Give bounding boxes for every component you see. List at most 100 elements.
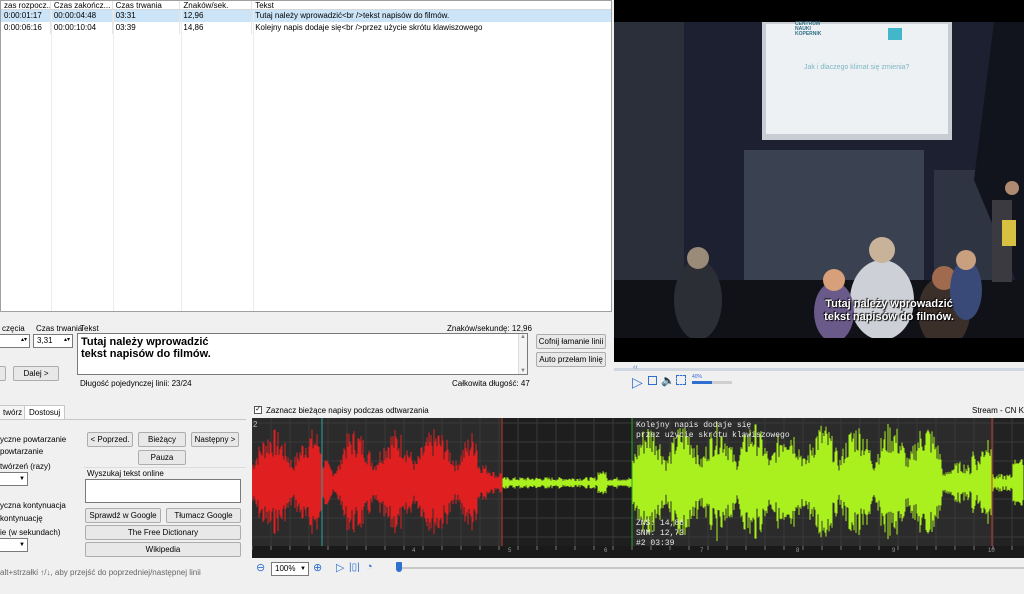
chevron-down-icon: ▼ [300, 566, 306, 572]
video-player[interactable]: CENTRUM NAUKI KOPERNIK Jak i dlaczego kl… [614, 0, 1024, 362]
free-dictionary-button[interactable]: The Free Dictionary [85, 525, 241, 540]
info-index: #2 03:39 [636, 539, 675, 548]
search-online-input[interactable] [85, 479, 241, 503]
subtitle-grid[interactable]: zas rozpocz... Czas zakończ... Czas trwa… [0, 0, 612, 312]
total-length-label: Całkowita długość: 47 [452, 379, 530, 388]
volume-slider-fill [692, 381, 712, 384]
cell-end: 00:00:04:48 [51, 10, 113, 22]
text-scrollbar[interactable]: ▲ ▼ [518, 334, 527, 374]
overlay-line: przez użycie skrótu klawiszowego [636, 431, 790, 440]
grid-header: zas rozpocz... Czas zakończ... Czas trwa… [1, 1, 611, 10]
table-row[interactable]: 0:00:06:16 00:00:10:04 03:39 14,86 Kolej… [1, 22, 611, 34]
fullscreen-icon[interactable] [676, 375, 686, 385]
col-duration-header[interactable]: Czas trwania [113, 1, 181, 9]
zoom-out-icon[interactable]: ⊖ [256, 561, 265, 574]
zoom-in-icon[interactable]: ⊕ [313, 561, 322, 574]
cell-end: 00:00:10:04 [51, 22, 113, 34]
col-cps-header[interactable]: Znaków/sek. [180, 1, 253, 9]
column-divider [113, 10, 114, 311]
tools-panel: twórz Dostosuj yczne powtarzanie powtarz… [0, 405, 248, 594]
volume-value: 40% [692, 374, 703, 380]
progress-marker-icon[interactable]: ‹‹ [633, 364, 638, 371]
info-cps: ZNS: 14,86 [636, 519, 685, 528]
auto-linebreak-button[interactable]: Auto przełam linię [536, 352, 606, 367]
chevron-down-icon: ▼ [19, 542, 25, 548]
column-divider [181, 10, 182, 311]
continue-checkbox-label[interactable]: kontynuację [0, 514, 43, 523]
tick-label: 4 [412, 548, 416, 554]
tick-label: 7 [700, 548, 704, 554]
start-time-label: częcia [2, 324, 25, 333]
play-icon[interactable]: ▷ [632, 374, 643, 391]
col-start-header[interactable]: zas rozpocz... [1, 1, 51, 9]
previous-subtitle-button[interactable]: < Poprzed. [87, 432, 133, 447]
waveform-position-track[interactable] [396, 567, 1024, 569]
subtitle-text-input[interactable]: Tutaj należy wprowadzić tekst napisów do… [77, 333, 528, 375]
waveform-subtitle-overlay: Kolejny napis dodaje się przez użycie sk… [636, 421, 790, 441]
video-subtitle: Tutaj należy wprowadzić tekst napisów do… [814, 298, 964, 324]
undo-linebreak-button[interactable]: Cofnij łamanie linii [536, 334, 606, 349]
cell-cps: 12,96 [180, 10, 253, 22]
chevron-down-icon: ▼ [19, 476, 25, 482]
cell-text: Tutaj należy wprowadzić<br />tekst napis… [255, 11, 450, 20]
loop-checkbox-label[interactable]: powtarzanie [0, 447, 43, 456]
table-row[interactable]: 0:00:01:17 00:00:04:48 03:31 12,96 Tutaj… [1, 10, 611, 22]
current-subtitle-button[interactable]: Bieżący [138, 432, 186, 447]
cell-duration: 03:31 [113, 10, 181, 22]
text-label: Tekst [80, 324, 99, 333]
zoom-select[interactable]: 100% ▼ [271, 562, 309, 576]
sync-checkbox[interactable]: ✓ [254, 406, 262, 414]
duration-field[interactable]: 3,31 ▴▾ [33, 334, 73, 348]
subtitle-editor: częcia Czas trwania Tekst Znaków/sekundę… [0, 318, 612, 398]
scroll-up-icon[interactable]: ▲ [519, 334, 527, 340]
pause-button[interactable]: Pauza [138, 450, 186, 465]
tick-label: 9 [892, 548, 896, 554]
google-search-button[interactable]: Sprawdź w Google [85, 508, 161, 523]
overlay-line: Kolejny napis dodaje się [636, 421, 752, 430]
cell-duration: 03:39 [113, 22, 181, 34]
col-end-header[interactable]: Czas zakończ... [51, 1, 113, 9]
video-controls: ‹‹ ▷ 🔈 40% [614, 364, 1024, 394]
cps-label: Znaków/sekundę: 12,96 [447, 324, 532, 333]
waveform-position-thumb[interactable] [396, 562, 402, 572]
continue-delay-select[interactable]: ▼ [0, 538, 28, 552]
cell-text: Kolejny napis dodaje się<br />przez użyc… [255, 23, 483, 32]
stop-icon[interactable] [648, 376, 657, 385]
continue-delay-label: ie (w sekundach) [0, 528, 61, 537]
tick-label: 8 [796, 548, 800, 554]
sync-checkbox-label[interactable]: Zaznacz bieżące napisy podczas odtwarzan… [266, 406, 429, 415]
google-translate-button[interactable]: Tłumacz Google [166, 508, 241, 523]
loop-count-select[interactable]: ▼ [0, 472, 28, 486]
tick-label: 10 [988, 548, 995, 554]
waveform-panel[interactable]: 2 Kolejny napis dodaje się przez użycie … [252, 418, 1024, 558]
cell-cps: 14,86 [180, 22, 253, 34]
line-length-label: Długość pojedynczej linii: 23/24 [80, 379, 192, 388]
previous-button[interactable] [0, 366, 6, 381]
tick-label: 5 [508, 548, 512, 554]
speed-gauge-icon[interactable]: ◔ [366, 561, 373, 573]
next-button[interactable]: Dalej > [13, 366, 59, 381]
volume-slider[interactable] [692, 381, 732, 384]
volume-icon[interactable]: 🔈 [661, 374, 675, 387]
spin-arrows-icon[interactable]: ▴▾ [64, 334, 70, 346]
col-text-header[interactable]: Tekst [252, 1, 611, 9]
waveform-left-marker: 2 [253, 420, 258, 429]
scroll-down-icon[interactable]: ▼ [519, 368, 527, 374]
loop-count-label: twórzeń (razy) [0, 462, 51, 471]
next-subtitle-button[interactable]: Następny > [191, 432, 239, 447]
play-range-icon[interactable]: |▯| [349, 562, 360, 573]
spin-arrows-icon[interactable]: ▴▾ [21, 334, 27, 346]
duration-value: 3,31 [37, 336, 53, 345]
wikipedia-button[interactable]: Wikipedia [85, 542, 241, 557]
play-selection-icon[interactable]: ▷ [336, 561, 344, 574]
tick-label: 6 [604, 548, 608, 554]
slide-title: Jak i dlaczego klimat się zmienia? [804, 64, 910, 71]
search-online-label: Wyszukaj tekst online [87, 469, 164, 478]
video-subtitle-line: tekst napisów do filmów. [824, 311, 954, 323]
info-wpm: SNM: 12,73 [636, 529, 685, 538]
waveform-info-overlay: ZNS: 14,86 SNM: 12,73 #2 03:39 [636, 519, 684, 549]
tab-adjust[interactable]: Dostosuj [24, 405, 66, 419]
start-time-field[interactable]: ▴▾ [0, 334, 30, 348]
continue-group-label: yczna kontynuacja [0, 501, 66, 510]
video-progress-track[interactable] [614, 368, 1024, 371]
